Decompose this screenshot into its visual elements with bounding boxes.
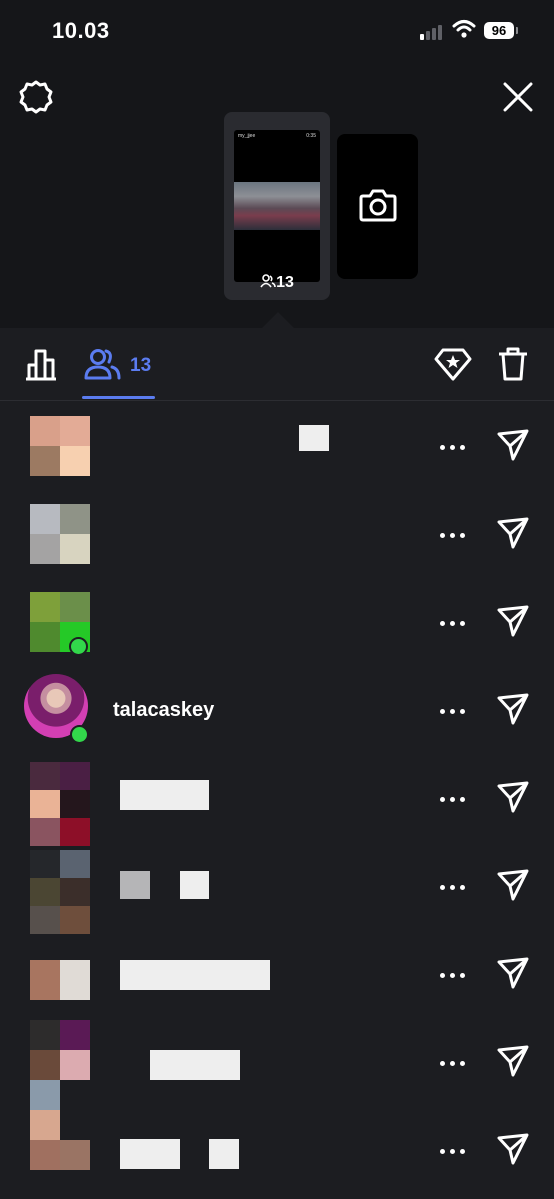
- battery-indicator: 96: [484, 22, 514, 39]
- send-message-icon[interactable]: [496, 1132, 530, 1166]
- send-message-icon[interactable]: [496, 516, 530, 550]
- highlight-diamond-icon[interactable]: [434, 347, 472, 381]
- send-message-icon[interactable]: [496, 956, 530, 990]
- avatar[interactable]: [30, 960, 90, 1000]
- redacted-username: [150, 1050, 240, 1080]
- more-options-icon[interactable]: [440, 707, 466, 717]
- viewer-row[interactable]: [0, 1080, 554, 1196]
- story-thumbnail[interactable]: my_jjee 0:35 13: [224, 112, 330, 300]
- camera-icon: [359, 189, 397, 222]
- avatar[interactable]: [30, 1080, 90, 1170]
- more-options-icon[interactable]: [440, 443, 466, 453]
- more-options-icon[interactable]: [440, 1059, 466, 1069]
- redacted-username: [120, 1139, 180, 1169]
- redacted-username-part: [209, 1139, 239, 1169]
- story-viewer-count-value: 13: [276, 274, 294, 291]
- close-icon[interactable]: [502, 81, 534, 113]
- more-options-icon[interactable]: [440, 531, 466, 541]
- viewer-row[interactable]: [0, 404, 554, 492]
- redacted-username: [120, 960, 270, 990]
- send-message-icon[interactable]: [496, 868, 530, 902]
- send-message-icon[interactable]: [496, 1044, 530, 1078]
- wifi-icon: [452, 20, 476, 38]
- online-status-dot: [69, 637, 88, 656]
- thumb-header-duration: 0:35: [306, 133, 316, 139]
- avatar[interactable]: [30, 416, 90, 476]
- avatar[interactable]: [30, 504, 90, 564]
- viewer-username[interactable]: talacaskey: [113, 699, 214, 722]
- redacted-username: [120, 871, 150, 899]
- redacted-username: [120, 780, 209, 810]
- avatar[interactable]: [30, 762, 90, 846]
- insights-bar-chart-icon[interactable]: [24, 347, 58, 381]
- send-message-icon[interactable]: [496, 428, 530, 462]
- send-message-icon[interactable]: [496, 692, 530, 726]
- redacted-username-part: [180, 871, 209, 899]
- viewers-small-icon: [260, 274, 276, 288]
- avatar[interactable]: [30, 1020, 90, 1080]
- story-thumbnail-screen: my_jjee 0:35: [234, 130, 320, 282]
- status-time: 10.03: [52, 18, 110, 43]
- story-photo: [234, 182, 320, 230]
- send-message-icon[interactable]: [496, 780, 530, 814]
- more-options-icon[interactable]: [440, 619, 466, 629]
- settings-gear-icon[interactable]: [18, 79, 54, 115]
- viewer-row[interactable]: talacaskey: [0, 668, 554, 756]
- delete-trash-icon[interactable]: [497, 346, 529, 382]
- cellular-signal-icon: [420, 22, 446, 40]
- thumbnail-pointer: [262, 312, 294, 328]
- send-message-icon[interactable]: [496, 604, 530, 638]
- viewers-icon[interactable]: [84, 348, 122, 380]
- active-tab-indicator: [82, 396, 155, 399]
- more-options-icon[interactable]: [440, 795, 466, 805]
- battery-tip: [516, 27, 518, 34]
- redacted-username: [299, 425, 329, 451]
- online-status-dot: [70, 725, 89, 744]
- thumb-header-username: my_jjee: [238, 133, 256, 139]
- add-story-camera-tile[interactable]: [337, 134, 418, 279]
- more-options-icon[interactable]: [440, 971, 466, 981]
- viewer-row[interactable]: [0, 580, 554, 668]
- viewer-row[interactable]: [0, 844, 554, 934]
- story-viewer-count: 13: [224, 274, 330, 292]
- avatar[interactable]: [30, 850, 90, 934]
- more-options-icon[interactable]: [440, 883, 466, 893]
- more-options-icon[interactable]: [440, 1147, 466, 1157]
- viewer-row[interactable]: [0, 756, 554, 846]
- viewer-row[interactable]: [0, 492, 554, 580]
- tab-viewers-count[interactable]: 13: [130, 355, 151, 377]
- viewer-row[interactable]: [0, 932, 554, 1020]
